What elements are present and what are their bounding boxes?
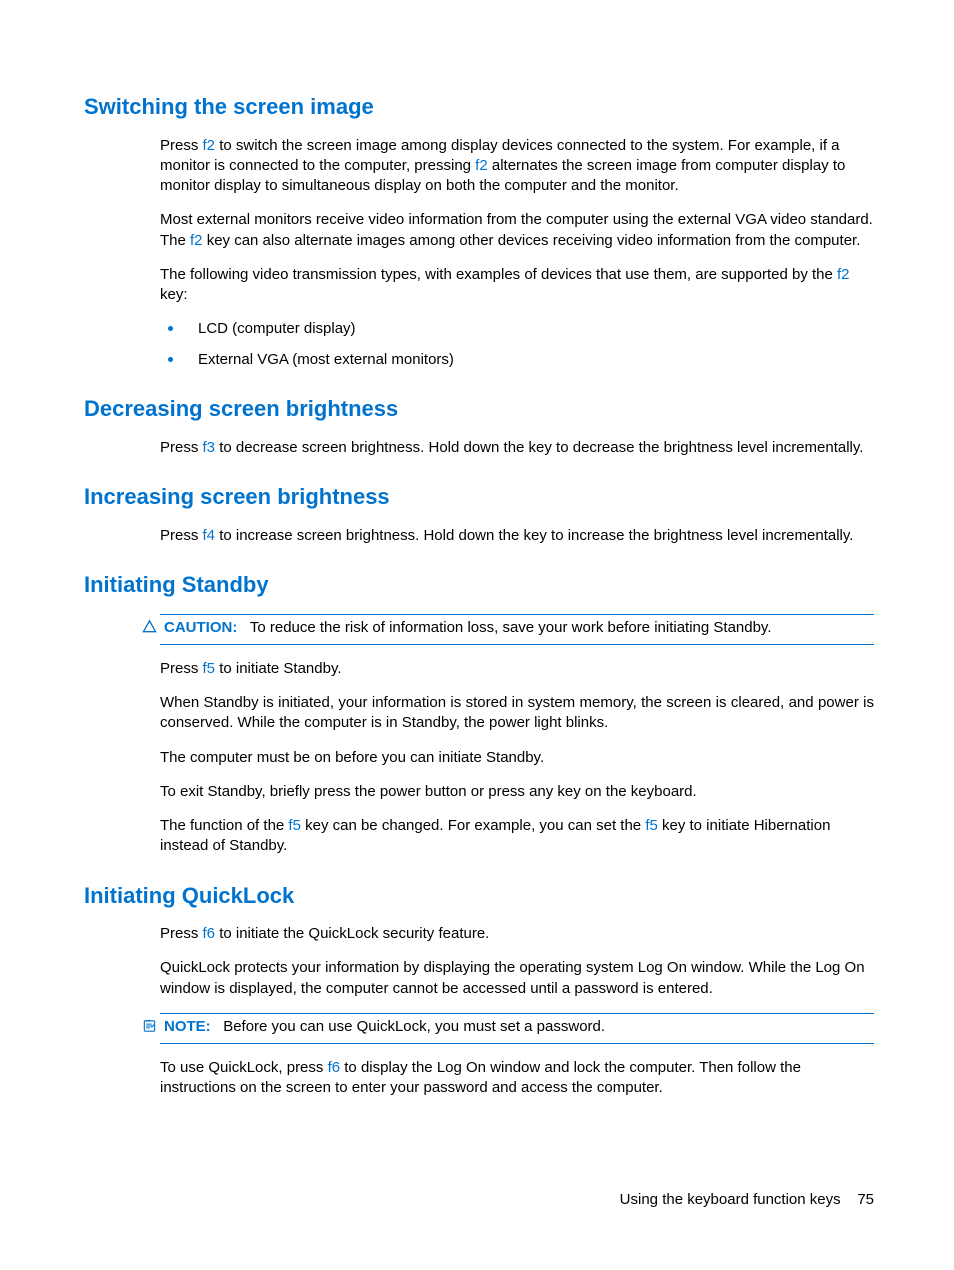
list-item: LCD (computer display)	[160, 319, 874, 339]
paragraph: Press f6 to initiate the QuickLock secur…	[160, 924, 874, 944]
caution-text-container: CAUTION: To reduce the risk of informati…	[164, 618, 872, 638]
key-f5: f5	[645, 817, 658, 834]
caution-box: CAUTION: To reduce the risk of informati…	[160, 614, 874, 645]
key-f2: f2	[837, 266, 850, 283]
heading-decreasing-brightness: Decreasing screen brightness	[84, 394, 874, 424]
section-content: Press f4 to increase screen brightness. …	[160, 526, 874, 546]
heading-switching-screen-image: Switching the screen image	[84, 92, 874, 122]
paragraph: The computer must be on before you can i…	[160, 748, 874, 768]
note-icon	[142, 1018, 157, 1039]
note-label: NOTE:	[164, 1018, 211, 1035]
heading-increasing-brightness: Increasing screen brightness	[84, 482, 874, 512]
caution-label: CAUTION:	[164, 619, 237, 636]
paragraph: The following video transmission types, …	[160, 265, 874, 306]
footer-text: Using the keyboard function keys	[620, 1191, 841, 1208]
key-f2: f2	[190, 232, 203, 249]
paragraph: Press f4 to increase screen brightness. …	[160, 526, 874, 546]
page-footer: Using the keyboard function keys 75	[620, 1190, 874, 1210]
paragraph: QuickLock protects your information by d…	[160, 958, 874, 999]
paragraph: Press f2 to switch the screen image amon…	[160, 136, 874, 197]
section-content: Press f2 to switch the screen image amon…	[160, 136, 874, 370]
note-text-container: NOTE: Before you can use QuickLock, you …	[164, 1017, 872, 1037]
caution-icon	[142, 619, 157, 640]
key-f3: f3	[203, 439, 216, 456]
heading-initiating-quicklock: Initiating QuickLock	[84, 881, 874, 911]
list-item: External VGA (most external monitors)	[160, 350, 874, 370]
key-f5: f5	[288, 817, 301, 834]
section-content-with-note: NOTE: Before you can use QuickLock, you …	[140, 1013, 874, 1044]
section-content: Press f3 to decrease screen brightness. …	[160, 438, 874, 458]
caution-text: To reduce the risk of information loss, …	[250, 619, 772, 636]
paragraph: Press f3 to decrease screen brightness. …	[160, 438, 874, 458]
key-f2: f2	[203, 137, 216, 154]
paragraph: When Standby is initiated, your informat…	[160, 693, 874, 734]
heading-initiating-standby: Initiating Standby	[84, 570, 874, 600]
paragraph: Press f5 to initiate Standby.	[160, 659, 874, 679]
key-f5: f5	[203, 660, 216, 677]
paragraph: The function of the f5 key can be change…	[160, 816, 874, 857]
key-f4: f4	[203, 527, 216, 544]
section-content-with-note: CAUTION: To reduce the risk of informati…	[140, 614, 874, 645]
note-box: NOTE: Before you can use QuickLock, you …	[160, 1013, 874, 1044]
paragraph: Most external monitors receive video inf…	[160, 210, 874, 251]
paragraph: To exit Standby, briefly press the power…	[160, 782, 874, 802]
section-content: To use QuickLock, press f6 to display th…	[160, 1058, 874, 1099]
note-text: Before you can use QuickLock, you must s…	[223, 1018, 605, 1035]
bullet-list: LCD (computer display) External VGA (mos…	[160, 319, 874, 370]
key-f6: f6	[203, 925, 216, 942]
key-f2: f2	[475, 157, 488, 174]
page-number: 75	[857, 1191, 874, 1208]
document-page: Switching the screen image Press f2 to s…	[0, 0, 954, 1270]
key-f6: f6	[328, 1059, 341, 1076]
section-content: Press f6 to initiate the QuickLock secur…	[160, 924, 874, 999]
section-content: Press f5 to initiate Standby. When Stand…	[160, 659, 874, 857]
paragraph: To use QuickLock, press f6 to display th…	[160, 1058, 874, 1099]
